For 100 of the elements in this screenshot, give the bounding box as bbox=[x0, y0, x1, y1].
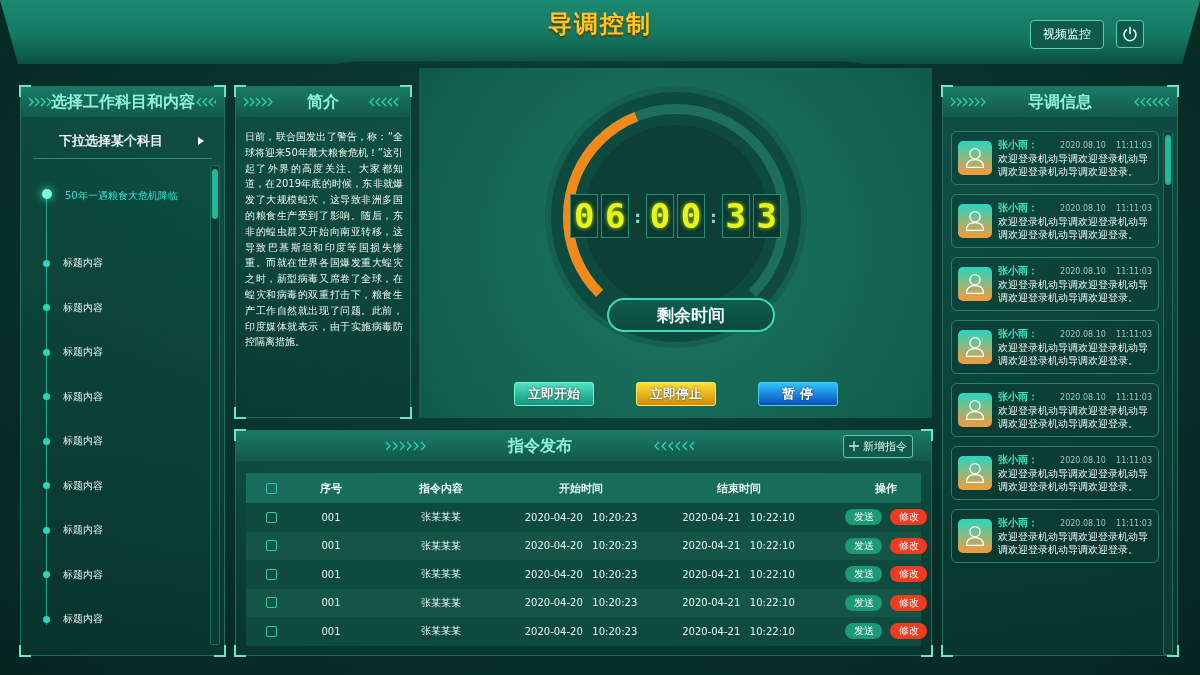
scrollbar[interactable] bbox=[1163, 131, 1173, 655]
avatar-icon bbox=[958, 519, 992, 553]
edit-button[interactable]: 修改 bbox=[890, 623, 927, 640]
select-all-checkbox[interactable] bbox=[265, 482, 277, 494]
subject-dropdown[interactable]: 下拉选择某个科目 bbox=[33, 123, 212, 159]
sender-name: 张小雨： bbox=[998, 453, 1038, 467]
edit-button[interactable]: 修改 bbox=[890, 566, 927, 583]
table-cell-text: 张某某某 bbox=[420, 510, 462, 525]
message-time: 2020.08.10 11:11:03 bbox=[1060, 455, 1152, 465]
table-cell-text: 001 bbox=[320, 540, 342, 552]
panel-title: 选择工作科目和内容 bbox=[50, 91, 195, 113]
table-cell-text: 张某某某 bbox=[420, 538, 462, 553]
column-header: 开始时间 bbox=[558, 480, 604, 496]
column-header: 结束时间 bbox=[715, 480, 762, 496]
remaining-time-label: 剩余时间 bbox=[606, 298, 775, 332]
chevrons-icon bbox=[385, 441, 428, 451]
table-cell-text: 2020-04-20 10:20:23 bbox=[523, 511, 639, 523]
send-button[interactable]: 发送 bbox=[845, 623, 882, 640]
chevrons-icon bbox=[29, 97, 51, 107]
table-cell-text: 张某某某 bbox=[420, 624, 462, 639]
row-checkbox[interactable] bbox=[265, 511, 277, 523]
pause-button[interactable]: 暂 停 bbox=[757, 382, 838, 406]
subject-item[interactable]: 标题内容 bbox=[41, 419, 210, 464]
message-text: 欢迎登录机动导调欢迎登录机动导调欢迎登录机动导调欢迎登录。 bbox=[998, 216, 1149, 241]
intro-text: 日前，联合国发出了警告，称：“全球将迎来50年最大粮食危机！”这引起了外界的高度关注。大家都知道，在2019年底的时候，东非就爆发了大规模蝗灾，这导致非洲多国的粮食生产受到了影响。随后，东非的蝗虫群又开始向南亚转移，这导致巴基斯坦和印度等国损失惨重。而就在世界各国爆发重大蝗灾之时，新型病毒又席卷了全球，在蝗灾和病毒的双重打击下，粮食生产工作自然就出现了问题。此前，印度媒体就表示，由于实施病毒防控隔离措施。 bbox=[244, 130, 404, 350]
message-time: 2020.08.10 11:11:03 bbox=[1060, 518, 1152, 528]
avatar-icon bbox=[958, 456, 992, 490]
table-cell-text: 2020-04-21 10:22:10 bbox=[681, 625, 796, 637]
message-time: 2020.08.10 11:11:03 bbox=[1060, 392, 1152, 402]
time-digit: 0 bbox=[570, 194, 599, 238]
message-time: 2020.08.10 11:11:03 bbox=[1060, 203, 1152, 213]
column-header: 操作 bbox=[874, 480, 898, 496]
avatar-icon bbox=[958, 330, 992, 364]
send-button[interactable]: 发送 bbox=[845, 509, 882, 526]
subject-item[interactable]: 标题内容 bbox=[41, 463, 210, 508]
sender-name: 张小雨： bbox=[998, 516, 1038, 530]
subject-item[interactable]: 标题内容 bbox=[41, 597, 210, 642]
send-button[interactable]: 发送 bbox=[845, 594, 882, 611]
video-monitor-button[interactable]: 视频监控 bbox=[1030, 20, 1104, 49]
edit-button[interactable]: 修改 bbox=[890, 509, 927, 526]
time-separator: : bbox=[632, 205, 643, 227]
table-cell-text: 001 bbox=[320, 625, 342, 637]
edit-button[interactable]: 修改 bbox=[890, 594, 927, 611]
plus-icon bbox=[849, 441, 859, 451]
message-text: 欢迎登录机动导调欢迎登录机动导调欢迎登录机动导调欢迎登录。 bbox=[998, 468, 1149, 493]
row-checkbox[interactable] bbox=[265, 625, 277, 637]
subject-item[interactable]: 标题内容 bbox=[41, 330, 210, 375]
subject-item[interactable]: 标题内容 bbox=[41, 552, 210, 597]
table-cell-text: 001 bbox=[320, 511, 342, 523]
time-digit: 6 bbox=[601, 194, 630, 238]
add-command-button[interactable]: 新增指令 bbox=[843, 434, 913, 458]
power-button[interactable] bbox=[1116, 20, 1144, 48]
edit-button[interactable]: 修改 bbox=[890, 537, 927, 554]
column-header: 序号 bbox=[319, 480, 343, 496]
row-checkbox[interactable] bbox=[265, 597, 277, 609]
sender-name: 张小雨： bbox=[998, 264, 1038, 278]
panel-title: 简介 bbox=[307, 91, 339, 113]
avatar-icon bbox=[958, 141, 992, 175]
row-checkbox[interactable] bbox=[265, 568, 277, 580]
sender-name: 张小雨： bbox=[998, 138, 1038, 152]
message-text: 欢迎登录机动导调欢迎登录机动导调欢迎登录机动导调欢迎登录。 bbox=[998, 531, 1149, 556]
message-text: 欢迎登录机动导调欢迎登录机动导调欢迎登录机动导调欢迎登录。 bbox=[998, 342, 1149, 367]
chevrons-icon bbox=[194, 97, 216, 107]
table-cell-text: 2020-04-21 10:22:10 bbox=[681, 511, 796, 523]
time-digit: 3 bbox=[752, 194, 781, 238]
subject-item[interactable]: 50年一遇粮食大危机降临 bbox=[41, 187, 210, 241]
message-time: 2020.08.10 11:11:03 bbox=[1060, 140, 1152, 150]
table-cell-text: 2020-04-20 10:20:23 bbox=[523, 597, 639, 609]
subject-item[interactable]: 标题内容 bbox=[41, 241, 210, 286]
message-text: 欢迎登录机动导调欢迎登录机动导调欢迎登录机动导调欢迎登录。 bbox=[998, 153, 1149, 178]
time-separator: : bbox=[708, 205, 719, 227]
table-cell-text: 001 bbox=[320, 568, 342, 580]
send-button[interactable]: 发送 bbox=[845, 566, 882, 583]
send-button[interactable]: 发送 bbox=[845, 537, 882, 554]
table-cell-text: 2020-04-21 10:22:10 bbox=[681, 597, 796, 609]
sender-name: 张小雨： bbox=[998, 390, 1038, 404]
table-cell-text: 2020-04-20 10:20:23 bbox=[523, 568, 639, 580]
subject-item[interactable]: 标题内容 bbox=[41, 285, 210, 330]
page-title: 导调控制 bbox=[548, 9, 652, 40]
row-checkbox[interactable] bbox=[265, 540, 277, 552]
table-cell-text: 2020-04-21 10:22:10 bbox=[681, 568, 796, 580]
caret-icon bbox=[198, 136, 204, 145]
table-cell-text: 张某某某 bbox=[420, 595, 462, 610]
table-cell-text: 2020-04-21 10:22:10 bbox=[681, 540, 796, 552]
time-digit: 3 bbox=[721, 194, 750, 238]
avatar-icon bbox=[958, 204, 992, 238]
time-digit: 0 bbox=[677, 194, 705, 238]
chevrons-icon bbox=[1133, 97, 1169, 107]
scrollbar[interactable] bbox=[210, 165, 220, 645]
message-time: 2020.08.10 11:11:03 bbox=[1060, 329, 1152, 339]
sender-name: 张小雨： bbox=[998, 201, 1038, 215]
sender-name: 张小雨： bbox=[998, 327, 1038, 341]
table-cell-text: 001 bbox=[320, 597, 342, 609]
subject-item[interactable]: 标题内容 bbox=[41, 374, 210, 419]
avatar-icon bbox=[958, 393, 992, 427]
subject-item[interactable]: 标题内容 bbox=[41, 508, 210, 553]
avatar-icon bbox=[958, 267, 992, 301]
table-cell-text: 2020-04-20 10:20:23 bbox=[523, 540, 639, 552]
time-digit: 0 bbox=[646, 194, 674, 238]
chevrons-icon bbox=[951, 97, 987, 107]
